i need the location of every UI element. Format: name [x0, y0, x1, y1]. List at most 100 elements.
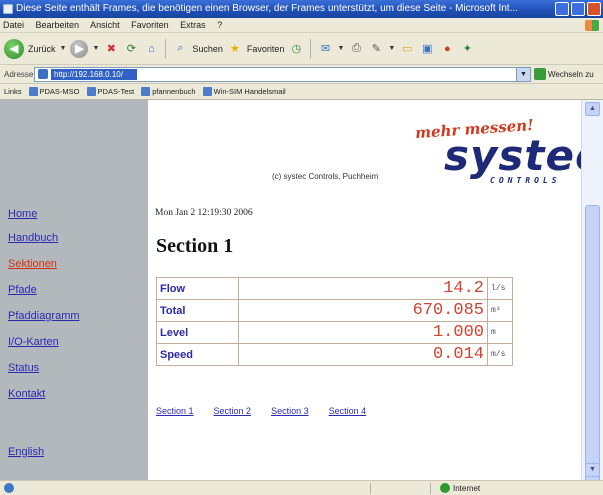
go-button[interactable]: Wechseln zu	[534, 68, 594, 80]
address-label: Adresse	[4, 69, 34, 79]
copyright-text: (c) systec Controls, Puchheim	[272, 172, 379, 181]
menu-datei[interactable]: Datei	[3, 20, 24, 30]
close-button[interactable]	[587, 2, 601, 16]
table-row: Level 1.000 m	[156, 321, 513, 344]
measurement-value: 14.2	[237, 277, 489, 300]
back-arrow-icon[interactable]: ◀	[4, 38, 24, 59]
sidebar-item-english[interactable]: English	[8, 446, 44, 458]
measurement-label: Level	[156, 321, 239, 344]
measurement-unit: m³	[487, 299, 513, 322]
mail-icon[interactable]: ✉	[317, 41, 333, 57]
measurement-label: Total	[156, 299, 239, 322]
menu-help[interactable]: ?	[217, 20, 222, 30]
vertical-scrollbar[interactable]: ▲ ▼	[581, 100, 603, 495]
menu-bearbeiten[interactable]: Bearbeiten	[36, 20, 80, 30]
sidebar-item-io-karten[interactable]: I/O-Karten	[8, 336, 59, 348]
table-row: Total 670.085 m³	[156, 299, 513, 322]
maximize-button[interactable]	[571, 2, 585, 16]
section-link-3[interactable]: Section 3	[271, 406, 309, 416]
address-url[interactable]: http://192.168.0.10/	[51, 68, 137, 80]
measurement-value: 670.085	[237, 299, 489, 322]
go-button-label: Wechseln zu	[548, 69, 594, 79]
forward-arrow-icon[interactable]: ▶	[70, 39, 89, 58]
scroll-down-icon[interactable]: ▼	[585, 463, 600, 477]
refresh-icon[interactable]: ⟳	[123, 41, 139, 57]
zone-label: Internet	[453, 483, 481, 493]
search-button-label[interactable]: Suchen	[192, 44, 223, 54]
section-link-2[interactable]: Section 2	[214, 406, 252, 416]
section-link-1[interactable]: Section 1	[156, 406, 194, 416]
scrollbar-thumb[interactable]	[585, 205, 600, 495]
measurement-value: 1.000	[237, 321, 489, 344]
measurement-label: Speed	[156, 343, 239, 366]
ie-icon	[3, 4, 13, 14]
table-row: Flow 14.2 l/s	[156, 277, 513, 300]
link-pdas-mso[interactable]: PDAS-MSO	[28, 87, 80, 96]
measurement-value: 0.014	[237, 343, 489, 366]
toolbar: ◀ Zurück ▼ ▶ ▼ ✖ ⟳ ⌂ ⌕ Suchen ★ Favorite…	[0, 33, 603, 65]
address-input[interactable]: http://192.168.0.10/ ▼	[34, 66, 531, 82]
messenger-icon[interactable]: ●	[439, 41, 455, 57]
chevron-down-icon[interactable]: ▼	[337, 45, 344, 52]
menu-extras[interactable]: Extras	[180, 20, 206, 30]
menu-favoriten[interactable]: Favoriten	[131, 20, 169, 30]
link-pfannenbuch[interactable]: pfannenbuch	[141, 87, 196, 96]
measurement-unit: m/s	[487, 343, 513, 366]
links-label: Links	[4, 87, 22, 96]
section-links: Section 1 Section 2 Section 3 Section 4	[156, 406, 366, 416]
print-icon[interactable]: ⎙	[348, 41, 364, 57]
status-divider	[370, 483, 371, 494]
internet-zone-icon	[440, 483, 450, 493]
link-label: pfannenbuch	[152, 87, 196, 96]
stop-icon[interactable]: ✖	[103, 41, 119, 57]
sidebar-item-kontakt[interactable]: Kontakt	[8, 388, 45, 400]
scroll-up-icon[interactable]: ▲	[585, 102, 600, 116]
chevron-down-icon[interactable]: ▼	[388, 45, 395, 52]
sidebar-item-handbuch[interactable]: Handbuch	[8, 232, 58, 244]
measurement-table: Flow 14.2 l/s Total 670.085 m³ Level 1.0…	[156, 277, 513, 366]
status-bar: Internet	[0, 480, 603, 495]
link-page-icon	[28, 87, 38, 96]
address-dropdown-icon[interactable]: ▼	[516, 67, 530, 81]
research-icon[interactable]: ▣	[419, 41, 435, 57]
edit-icon[interactable]: ✎	[368, 41, 384, 57]
link-label: Win-SIM Handelsmail	[213, 87, 286, 96]
link-page-icon	[86, 87, 96, 96]
page-status-icon	[4, 483, 14, 493]
sidebar-item-pfade[interactable]: Pfade	[8, 284, 37, 296]
search-icon[interactable]: ⌕	[172, 41, 188, 57]
chevron-down-icon[interactable]: ▼	[60, 45, 67, 52]
page-title: Section 1	[156, 235, 234, 257]
window-controls	[555, 2, 601, 16]
security-zone: Internet	[440, 483, 480, 493]
links-bar: Links PDAS-MSO PDAS-Test pfannenbuch Win…	[0, 84, 603, 100]
window-title: Diese Seite enthält Frames, die benötige…	[16, 3, 518, 14]
sidebar-item-sektionen[interactable]: Sektionen	[8, 258, 57, 270]
link-pdas-test[interactable]: PDAS-Test	[86, 87, 135, 96]
favorites-button-label[interactable]: Favoriten	[247, 44, 285, 54]
folder-icon[interactable]: ▭	[399, 41, 415, 57]
windows-logo-icon	[585, 20, 599, 31]
page-favicon-icon	[38, 69, 48, 79]
toolbar-divider	[165, 38, 167, 59]
minimize-button[interactable]	[555, 2, 569, 16]
sidebar-item-status[interactable]: Status	[8, 362, 39, 374]
chevron-down-icon[interactable]: ▼	[92, 45, 99, 52]
measurement-label: Flow	[156, 277, 239, 300]
section-link-4[interactable]: Section 4	[329, 406, 367, 416]
link-label: PDAS-Test	[97, 87, 135, 96]
menu-ansicht[interactable]: Ansicht	[90, 20, 120, 30]
bluetooth-icon[interactable]: ✦	[459, 41, 475, 57]
sidebar-item-pfaddiagramm[interactable]: Pfaddiagramm	[8, 310, 80, 322]
back-button-label[interactable]: Zurück	[28, 44, 56, 54]
home-icon[interactable]: ⌂	[143, 41, 159, 57]
favorites-star-icon[interactable]: ★	[227, 41, 243, 57]
sidebar-item-home[interactable]: Home	[8, 208, 37, 220]
history-icon[interactable]: ◷	[288, 41, 304, 57]
link-win-sim[interactable]: Win-SIM Handelsmail	[202, 87, 286, 96]
table-row: Speed 0.014 m/s	[156, 343, 513, 366]
status-divider	[430, 483, 431, 494]
measurement-unit: l/s	[487, 277, 513, 300]
logo-controls: CONTROLS	[490, 176, 561, 185]
link-page-icon	[141, 87, 151, 96]
